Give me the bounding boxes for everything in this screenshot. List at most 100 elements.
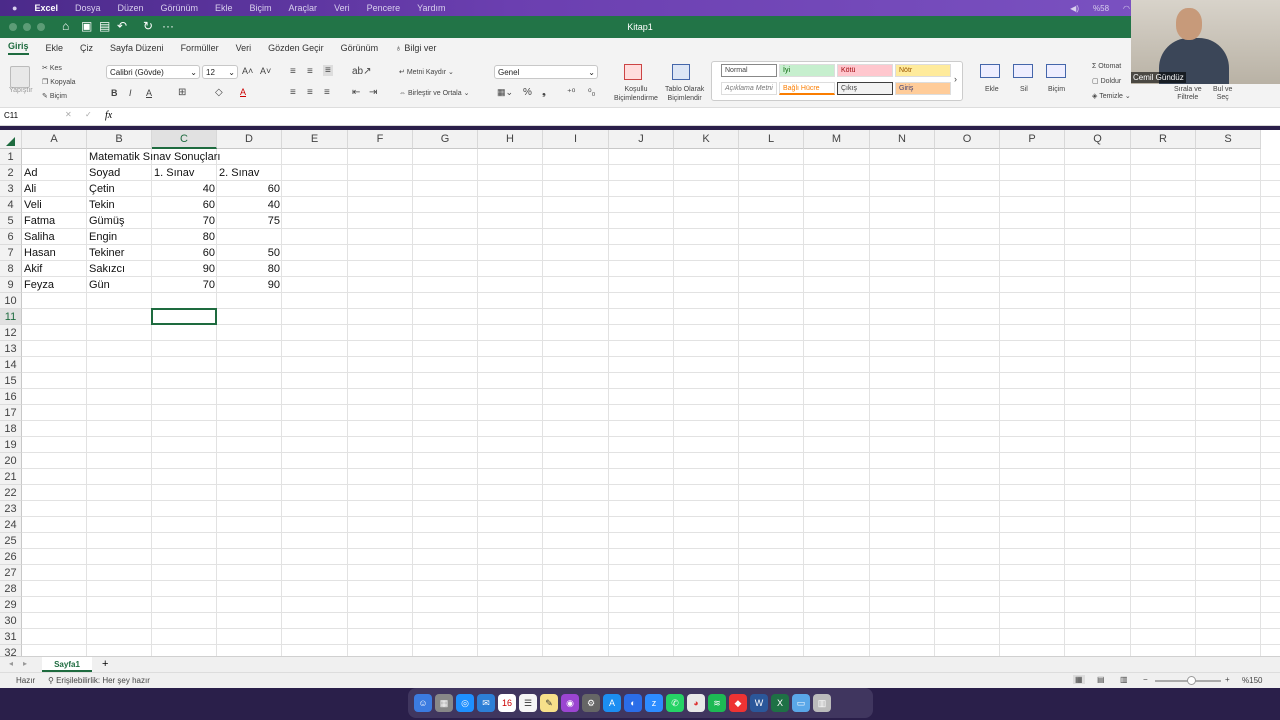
row-header-1[interactable]: 1 [0, 149, 22, 165]
cell-title[interactable]: Matematik Sınav Sonuçları [87, 149, 220, 165]
row-header-4[interactable]: 4 [0, 197, 22, 213]
style-good[interactable]: İyi [779, 64, 835, 77]
cell-soyad[interactable]: Tekin [87, 197, 152, 213]
column-header-g[interactable]: G [413, 130, 478, 149]
row-header-14[interactable]: 14 [0, 357, 22, 373]
copy-button[interactable]: ❐ Kopyala [42, 78, 76, 86]
row-header-31[interactable]: 31 [0, 629, 22, 645]
merge-center-button[interactable]: ⇔ Birleştir ve Ortala ⌄ [399, 89, 469, 97]
cell-soyad[interactable]: Tekiner [87, 245, 152, 261]
apple-icon[interactable]: ● [12, 3, 17, 13]
row-header-15[interactable]: 15 [0, 373, 22, 389]
cell-sinav1[interactable]: 40 [152, 181, 217, 197]
anydesk-icon[interactable]: ◆ [729, 694, 747, 712]
bold-icon[interactable]: B [111, 88, 118, 98]
cell-sinav1[interactable]: 70 [152, 277, 217, 293]
insert-cells-button[interactable]: Ekle [985, 86, 999, 93]
increase-decimal-icon[interactable]: ⁺⁰ [567, 87, 575, 98]
cut-button[interactable]: ✂ Kes [42, 64, 62, 72]
function-icon[interactable]: fx [105, 110, 112, 121]
confirm-icon[interactable]: ✓ [85, 110, 92, 119]
cell-soyad[interactable]: Çetin [87, 181, 152, 197]
menu-gorunum[interactable]: Görünüm [161, 3, 199, 13]
delete-cells-icon[interactable] [1013, 64, 1033, 78]
cell-sinav1[interactable]: 80 [152, 229, 217, 245]
header-ad[interactable]: Ad [22, 165, 87, 181]
cell-sinav2[interactable] [217, 229, 282, 245]
column-header-l[interactable]: L [739, 130, 804, 149]
header-sinav1[interactable]: 1. Sınav [152, 165, 217, 181]
row-header-16[interactable]: 16 [0, 389, 22, 405]
align-middle-icon[interactable]: ≡ [307, 66, 313, 77]
row-header-18[interactable]: 18 [0, 421, 22, 437]
chrome-icon[interactable]: ◕ [687, 694, 705, 712]
tab-ciz[interactable]: Çiz [80, 43, 93, 53]
align-right-icon[interactable]: ≡ [324, 87, 330, 98]
column-header-n[interactable]: N [870, 130, 935, 149]
column-header-i[interactable]: I [543, 130, 609, 149]
row-header-17[interactable]: 17 [0, 405, 22, 421]
row-header-7[interactable]: 7 [0, 245, 22, 261]
cell-sinav2[interactable]: 75 [217, 213, 282, 229]
page-break-icon[interactable]: ▥ [1120, 675, 1128, 684]
zoom-app-icon[interactable]: z [645, 694, 663, 712]
font-size-select[interactable]: 12 ⌄ [202, 65, 238, 79]
cell-soyad[interactable]: Engin [87, 229, 152, 245]
insert-cells-icon[interactable] [980, 64, 1000, 78]
conditional-format-icon[interactable] [624, 64, 642, 80]
sheet-tab-sayfa1[interactable]: Sayfa1 [42, 657, 92, 672]
column-header-h[interactable]: H [478, 130, 543, 149]
row-header-19[interactable]: 19 [0, 437, 22, 453]
select-all-corner[interactable] [0, 130, 22, 149]
next-sheet-icon[interactable]: ▸ [23, 659, 27, 668]
increase-font-icon[interactable]: A˄ [242, 66, 253, 76]
italic-icon[interactable]: I [129, 88, 132, 98]
row-header-26[interactable]: 26 [0, 549, 22, 565]
conditional-format-button[interactable]: Koşullu Biçimlendirme [614, 85, 658, 103]
tell-me[interactable]: ♁ Bilgi ver [395, 43, 436, 53]
spotify-icon[interactable]: ≋ [708, 694, 726, 712]
row-header-8[interactable]: 8 [0, 261, 22, 277]
format-painter-button[interactable]: ✎ Biçim [42, 92, 67, 100]
comma-icon[interactable]: ❟ [542, 87, 546, 98]
chevron-right-icon[interactable]: › [954, 74, 957, 84]
accessibility-status[interactable]: ⚲ Erişilebilirlik: Her şey hazır [48, 676, 150, 685]
sort-filter-button[interactable]: Sırala ve Filtrele [1174, 86, 1202, 102]
column-header-r[interactable]: R [1131, 130, 1196, 149]
indent-icon[interactable]: ⇥ [369, 87, 377, 98]
cell-ad[interactable]: Hasan [22, 245, 87, 261]
cell-sinav2[interactable]: 40 [217, 197, 282, 213]
tab-gozden-gecir[interactable]: Gözden Geçir [268, 43, 324, 53]
zoom-in-icon[interactable]: + [1225, 675, 1230, 684]
active-cell-c11[interactable] [151, 308, 217, 325]
tab-veri[interactable]: Veri [236, 43, 252, 53]
tab-sayfa-duzeni[interactable]: Sayfa Düzeni [110, 43, 164, 53]
row-header-29[interactable]: 29 [0, 597, 22, 613]
cell-sinav1[interactable]: 70 [152, 213, 217, 229]
style-neutral[interactable]: Nötr [895, 64, 951, 77]
style-explanatory[interactable]: Açıklama Metni [721, 82, 777, 95]
launchpad-icon[interactable]: ▦ [435, 694, 453, 712]
align-bottom-icon[interactable]: ≡ [323, 65, 333, 76]
fill-button[interactable]: ▢ Doldur [1092, 77, 1121, 85]
row-header-11[interactable]: 11 [0, 309, 22, 325]
style-bad[interactable]: Kötü [837, 64, 893, 77]
cell-ad[interactable]: Feyza [22, 277, 87, 293]
fill-color-icon[interactable]: ◇ [215, 87, 223, 98]
safari-icon[interactable]: ◎ [456, 694, 474, 712]
menu-bicim[interactable]: Biçim [250, 3, 272, 13]
tab-ekle[interactable]: Ekle [46, 43, 64, 53]
menu-araclar[interactable]: Araçlar [289, 3, 318, 13]
battery-label[interactable]: %58 [1093, 4, 1109, 13]
zoom-level[interactable]: %150 [1242, 676, 1262, 685]
column-header-c[interactable]: C [152, 130, 217, 149]
name-box[interactable]: C11 [4, 111, 54, 123]
borders-icon[interactable]: ⊞ [178, 87, 186, 98]
underline-icon[interactable]: A [146, 88, 152, 98]
cell-soyad[interactable]: Sakızcı [87, 261, 152, 277]
format-as-table-button[interactable]: Tablo Olarak Biçimlendir [665, 85, 704, 103]
row-header-27[interactable]: 27 [0, 565, 22, 581]
menu-duzen[interactable]: Düzen [117, 3, 143, 13]
row-header-21[interactable]: 21 [0, 469, 22, 485]
cell-sinav2[interactable]: 80 [217, 261, 282, 277]
